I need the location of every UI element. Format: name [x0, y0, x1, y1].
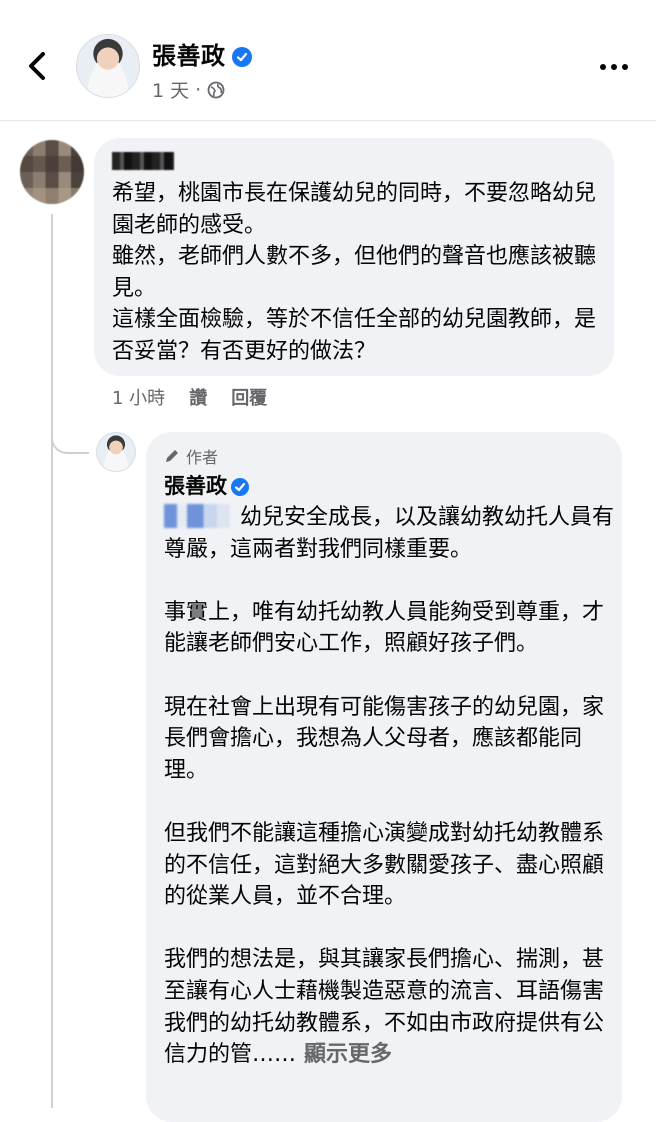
see-more-link[interactable]: 顯示更多 — [304, 1042, 392, 1067]
back-button[interactable] — [22, 48, 52, 84]
reply-paragraph: 我們的想法是，與其讓家長們擔心、揣測，甚至讓有心人士藉機製造惡意的流言、耳語傷害… — [164, 944, 614, 1070]
thread-connector — [51, 420, 89, 454]
reply-paragraph: 幼兒安全成長，以及讓幼教幼托人員有尊嚴，這兩者對我們同樣重要。 — [164, 502, 614, 565]
dot — [600, 64, 606, 70]
comment-line: 這樣全面檢驗，等於不信任全部的幼兒園教師，是否妥當？有否更好的做法？ — [112, 307, 597, 364]
reply-text: 幼兒安全成長，以及讓幼教幼托人員有尊嚴，這兩者對我們同樣重要。 事實上，唯有幼托… — [164, 502, 614, 1102]
chevron-left-icon — [29, 52, 45, 80]
comment-actions: 1 小時 讚 回覆 — [112, 384, 267, 410]
thread-line — [51, 214, 53, 1108]
commenter-name-redacted[interactable] — [112, 152, 174, 170]
comment-bubble: 希望，桃園市長在保護幼兒的同時，不要忽略幼兒園老師的感受。 雖然，老師們人數不多… — [94, 138, 614, 376]
globe-icon — [207, 81, 225, 98]
comment-line: 雖然，老師們人數不多，但他們的聲音也應該被聽見。 — [112, 244, 597, 301]
author-tag-label: 作者 — [186, 448, 219, 467]
reply-paragraph: 事實上，唯有幼托幼教人員能夠受到尊重，才能讓老師們安心工作，照顧好孩子們。 — [164, 599, 605, 657]
reply-author-name-row[interactable]: 張善政 — [164, 470, 249, 500]
post-header: 張善政 1 天 · — [0, 0, 656, 121]
reply-paragraph: 但我們不能讓這種擔心演變成對幼托幼教體系的不信任，這對絕大多數關愛孩子、盡心照顧… — [164, 820, 605, 910]
pencil-icon — [166, 450, 178, 462]
meta-separator: · — [195, 78, 202, 101]
more-options-button[interactable] — [596, 52, 632, 82]
author-name-row[interactable]: 張善政 — [152, 36, 252, 71]
reply-author-avatar[interactable] — [96, 432, 136, 472]
reply-author-name[interactable]: 張善政 — [164, 474, 227, 498]
reply-paragraph-text: 幼兒安全成長，以及讓幼教幼托人員有尊嚴，這兩者對我們同樣重要。 — [164, 505, 615, 562]
author-name[interactable]: 張善政 — [152, 42, 226, 70]
post-time[interactable]: 1 天 — [152, 76, 189, 103]
verified-badge-icon — [231, 47, 252, 67]
mention-redacted[interactable] — [164, 504, 230, 528]
author-tag: 作者 — [164, 444, 218, 468]
reply-paragraph: 現在社會上出現有可能傷害孩子的幼兒園，家長們會擔心，我想為人父母者，應該都能同理… — [164, 694, 605, 783]
reply-bubble: 作者 張善政 幼兒安全成長，以及讓幼教幼托人員有尊嚴，這兩者對我們同樣重要。 事… — [146, 432, 622, 1122]
comment-text: 希望，桃園市長在保護幼兒的同時，不要忽略幼兒園老師的感受。 雖然，老師們人數不多… — [112, 178, 612, 368]
dot — [611, 64, 617, 70]
comment-time[interactable]: 1 小時 — [112, 384, 165, 410]
like-button[interactable]: 讚 — [189, 384, 207, 410]
reply-button[interactable]: 回覆 — [231, 384, 267, 410]
commenter-avatar[interactable] — [20, 140, 84, 204]
post-meta: 1 天 · — [152, 76, 225, 103]
dot — [622, 64, 628, 70]
comment-line: 希望，桃園市長在保護幼兒的同時，不要忽略幼兒園老師的感受。 — [112, 181, 597, 238]
verified-badge-icon — [231, 478, 249, 496]
author-avatar[interactable] — [76, 34, 140, 98]
